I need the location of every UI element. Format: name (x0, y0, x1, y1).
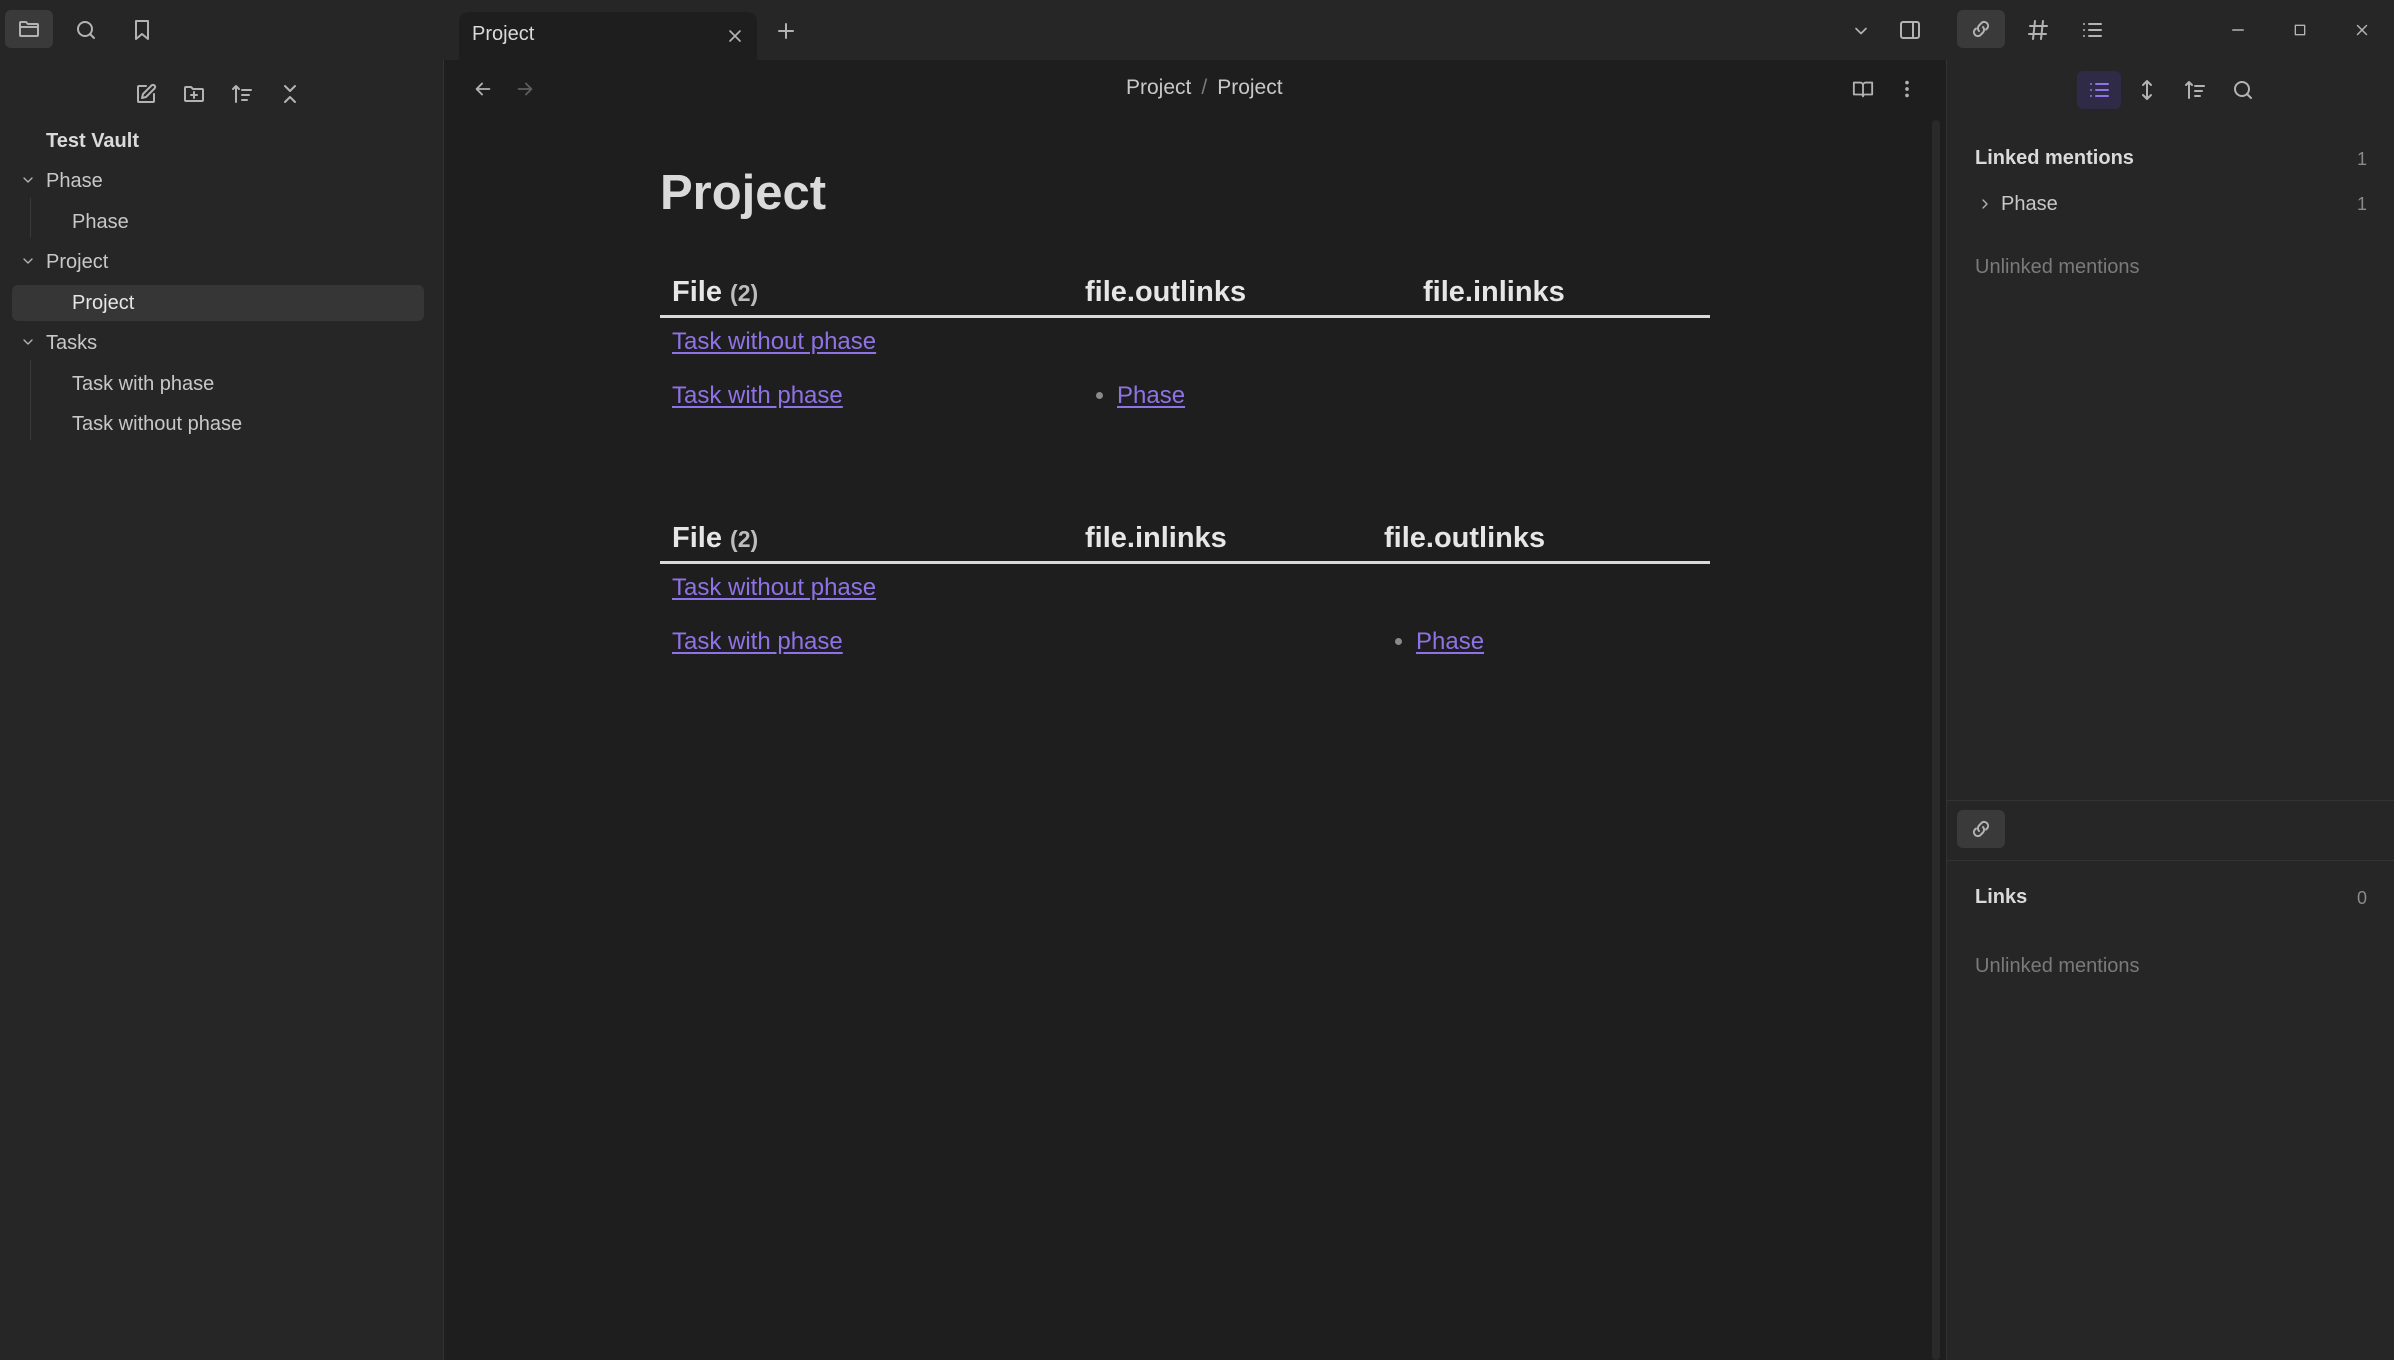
sort-icon[interactable] (224, 76, 260, 112)
vault-name[interactable]: Test Vault (46, 130, 139, 153)
chevron-down-icon[interactable] (18, 170, 38, 190)
outgoing-unlinked-mentions-heading[interactable]: Unlinked mentions (1975, 955, 2140, 978)
column-header-inlinks[interactable]: file.inlinks (1073, 516, 1372, 564)
tree-folder-phase[interactable]: Phase (46, 170, 103, 193)
backlinks-tab-icon[interactable] (1957, 10, 2005, 48)
tree-file-project[interactable]: Project (12, 285, 424, 321)
new-folder-icon[interactable] (176, 76, 212, 112)
breadcrumb-separator: / (1201, 76, 1208, 99)
links-heading[interactable]: Links (1975, 886, 2027, 909)
table-cell (1411, 317, 1710, 373)
panel-divider (1947, 860, 2394, 861)
reading-view-icon[interactable] (1846, 72, 1880, 106)
table-cell (1073, 317, 1411, 373)
file-explorer: Test Vault Phase Phase Project Project T… (0, 60, 444, 1360)
internal-link[interactable]: Task with phase (672, 382, 843, 409)
unlinked-mentions-heading[interactable]: Unlinked mentions (1975, 256, 2140, 279)
table-cell (1073, 618, 1372, 672)
internal-link[interactable]: Phase (1416, 628, 1484, 655)
column-header-outlinks[interactable]: file.outlinks (1073, 270, 1411, 318)
files-icon[interactable] (5, 10, 53, 48)
column-header-file-label: File (672, 522, 722, 554)
internal-link[interactable]: Task with phase (672, 628, 843, 655)
tree-file-phase[interactable]: Phase (72, 211, 129, 234)
table-cell (1073, 563, 1372, 619)
scrollbar[interactable] (1932, 120, 1940, 1360)
tree-file-task-without-phase[interactable]: Task without phase (72, 413, 242, 436)
internal-link[interactable]: Task without phase (672, 328, 876, 355)
tree-folder-tasks[interactable]: Tasks (46, 332, 97, 355)
close-tab-icon[interactable] (721, 22, 749, 50)
internal-link[interactable]: Task without phase (672, 574, 876, 601)
search-icon[interactable] (2225, 72, 2261, 108)
more-options-icon[interactable] (1890, 72, 1924, 106)
table-row: Task without phase (660, 563, 1710, 619)
note-title: Project (660, 166, 827, 220)
dataview-table-2: File (2) file.inlinks file.outlinks Task… (660, 516, 1710, 672)
tags-icon[interactable] (2020, 12, 2056, 48)
chevron-down-icon[interactable] (18, 332, 38, 352)
panel-divider (1947, 800, 2394, 801)
column-header-file[interactable]: File (2) (660, 516, 1073, 564)
title-bar: Project (0, 0, 2394, 60)
link-list: Phase (1384, 628, 1698, 656)
table-row: Task without phase (660, 317, 1710, 373)
tree-indent-guide (30, 198, 31, 238)
minimize-icon[interactable] (2220, 12, 2256, 48)
right-sidebar: Linked mentions 1 Phase 1 Unlinked menti… (1946, 60, 2394, 1360)
chevron-down-icon[interactable] (18, 251, 38, 271)
table-cell (1372, 563, 1710, 619)
tab-list-chevron-icon[interactable] (1846, 16, 1876, 46)
table-row: Task with phase Phase (660, 372, 1710, 426)
breadcrumb-parent[interactable]: Project (1126, 76, 1191, 100)
breadcrumb: Project / Project (1126, 76, 1283, 100)
tree-file-project-label: Project (72, 292, 135, 314)
tab-project[interactable]: Project (459, 12, 757, 60)
bookmark-icon[interactable] (124, 12, 160, 48)
tree-indent-guide (30, 360, 31, 440)
tab-title: Project (472, 23, 535, 45)
tree-file-task-with-phase[interactable]: Task with phase (72, 373, 214, 396)
result-count: (2) (730, 280, 759, 306)
show-more-context-icon[interactable] (2129, 72, 2165, 108)
table-cell (1411, 372, 1710, 426)
internal-link[interactable]: Phase (1117, 382, 1185, 409)
backlink-item-count: 1 (2357, 194, 2368, 214)
breadcrumb-current[interactable]: Project (1217, 76, 1282, 100)
table-row: Task with phase Phase (660, 618, 1710, 672)
list-item: Phase (1416, 628, 1698, 656)
close-window-icon[interactable] (2344, 12, 2380, 48)
toggle-right-sidebar-icon[interactable] (1892, 12, 1928, 48)
outgoing-links-icon[interactable] (1957, 810, 2005, 848)
collapse-all-icon[interactable] (272, 76, 308, 112)
linked-mentions-count: 1 (2357, 149, 2368, 169)
linked-mentions-heading[interactable]: Linked mentions (1975, 147, 2134, 170)
column-header-file[interactable]: File (2) (660, 270, 1073, 318)
list-item: Phase (1117, 382, 1399, 410)
chevron-right-icon[interactable] (1975, 194, 1995, 214)
search-icon[interactable] (68, 12, 104, 48)
back-arrow-icon[interactable] (466, 72, 500, 106)
editor-pane: Project / Project (444, 60, 1945, 1360)
table-header-row: File (2) file.outlinks file.inlinks (660, 270, 1710, 318)
maximize-icon[interactable] (2282, 12, 2318, 48)
column-header-outlinks[interactable]: file.outlinks (1372, 516, 1710, 564)
link-list: Phase (1085, 382, 1399, 410)
sort-icon[interactable] (2177, 72, 2213, 108)
table-header-row: File (2) file.inlinks file.outlinks (660, 516, 1710, 564)
column-header-file-label: File (672, 276, 722, 308)
outline-icon[interactable] (2074, 12, 2110, 48)
dataview-table-1: File (2) file.outlinks file.inlinks Task… (660, 270, 1710, 426)
tree-folder-project[interactable]: Project (46, 251, 108, 274)
links-count: 0 (2357, 888, 2368, 908)
collapse-results-icon[interactable] (2077, 71, 2121, 109)
new-note-icon[interactable] (128, 76, 164, 112)
backlink-item-phase[interactable]: Phase (2001, 193, 2058, 216)
forward-arrow-icon[interactable] (508, 72, 542, 106)
column-header-inlinks[interactable]: file.inlinks (1411, 270, 1710, 318)
new-tab-icon[interactable] (769, 14, 803, 48)
result-count: (2) (730, 526, 759, 552)
